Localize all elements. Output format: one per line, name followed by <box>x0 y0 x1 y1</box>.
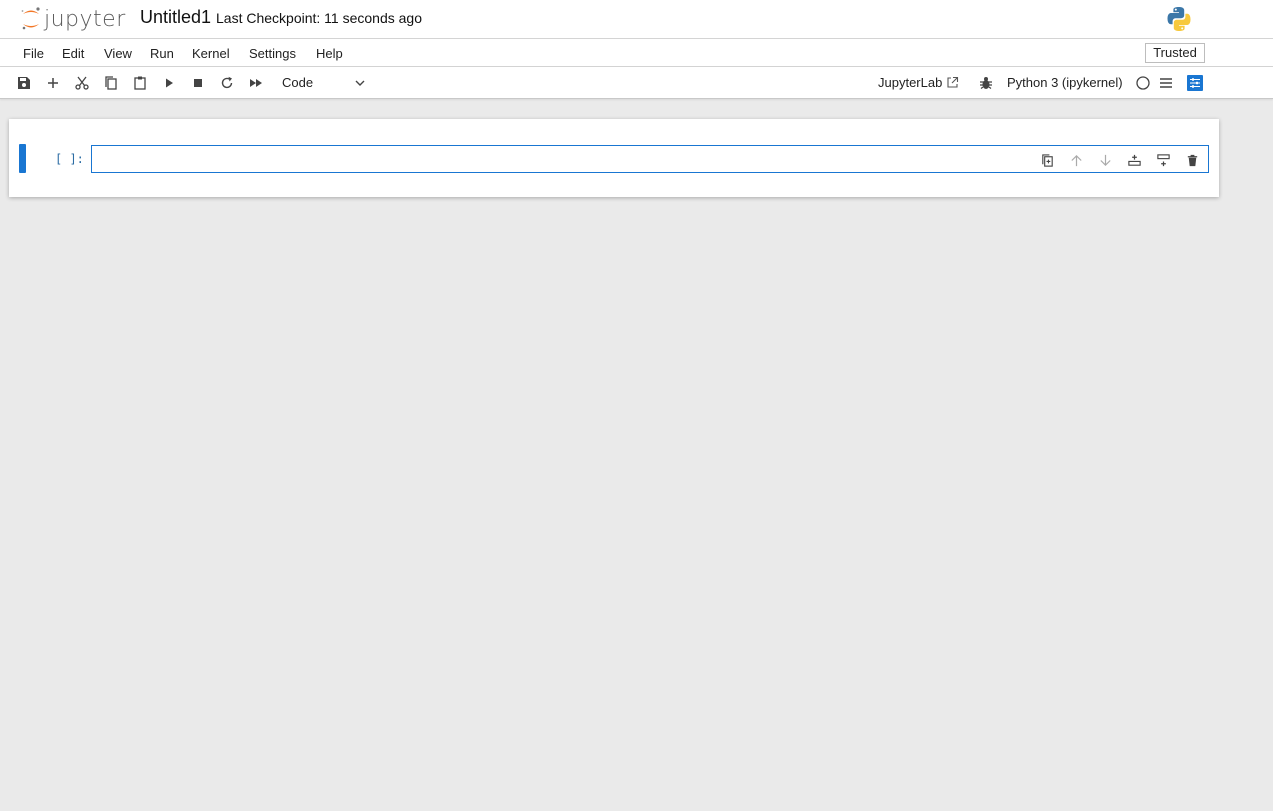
notebook-title[interactable]: Untitled1 <box>140 7 211 28</box>
restart-icon <box>221 76 233 89</box>
kernel-name[interactable]: Python 3 (ipykernel) <box>1007 75 1123 90</box>
insert-below-button[interactable] <box>1155 152 1171 168</box>
menu-kernel[interactable]: Kernel <box>192 46 230 61</box>
cut-icon <box>75 76 89 90</box>
external-link-icon <box>947 76 959 88</box>
paste-button[interactable] <box>131 74 149 92</box>
insert-below-icon <box>1156 153 1170 166</box>
menu-settings[interactable]: Settings <box>249 46 296 61</box>
add-cell-icon <box>48 78 58 88</box>
bug-icon <box>980 77 992 89</box>
jupyter-logo-icon <box>21 7 40 30</box>
insert-above-button[interactable] <box>1126 152 1142 168</box>
debugger-button[interactable] <box>977 74 995 92</box>
delete-icon <box>1187 154 1197 166</box>
python-logo-icon <box>1167 7 1191 31</box>
duplicate-icon <box>1041 153 1053 167</box>
menu-help[interactable]: Help <box>316 46 343 61</box>
paste-icon <box>134 76 146 90</box>
copy-button[interactable] <box>102 74 120 92</box>
property-inspector-icon <box>1187 75 1203 91</box>
trusted-indicator[interactable]: Trusted <box>1145 43 1205 63</box>
notebook-cell-container: [ ]: <box>9 119 1219 197</box>
jupyterlab-label: JupyterLab <box>878 75 943 90</box>
kernel-idle-icon <box>1136 76 1150 90</box>
run-icon <box>166 78 173 88</box>
toc-button[interactable] <box>1157 74 1175 92</box>
move-down-icon <box>1099 154 1111 166</box>
code-cell-input[interactable] <box>91 145 1209 173</box>
restart-run-all-button[interactable] <box>247 74 265 92</box>
stop-icon <box>194 79 202 87</box>
insert-above-icon <box>1127 154 1141 166</box>
top-header: jupyter Untitled1 Last Checkpoint: 11 se… <box>0 0 1273 39</box>
move-up-button[interactable] <box>1068 152 1084 168</box>
jupyter-logo[interactable]: jupyter <box>20 3 126 35</box>
notebook-toolbar: Code JupyterLab Python 3 (ipykernel) <box>0 67 1273 99</box>
last-checkpoint: Last Checkpoint: 11 seconds ago <box>216 10 422 26</box>
menu-run[interactable]: Run <box>150 46 174 61</box>
move-up-icon <box>1070 154 1082 166</box>
list-icon <box>1160 78 1172 88</box>
kernel-status-indicator <box>1134 74 1152 92</box>
logo-text: jupyter <box>44 6 126 32</box>
run-button[interactable] <box>160 74 178 92</box>
cut-button[interactable] <box>73 74 91 92</box>
interrupt-button[interactable] <box>189 74 207 92</box>
chevron-down-icon[interactable] <box>354 77 366 89</box>
menu-view[interactable]: View <box>104 46 132 61</box>
jupyterlab-link[interactable]: JupyterLab <box>878 75 959 90</box>
menu-edit[interactable]: Edit <box>62 46 84 61</box>
delete-cell-button[interactable] <box>1184 152 1200 168</box>
restart-button[interactable] <box>218 74 236 92</box>
cell-type-select[interactable]: Code <box>282 75 313 90</box>
cell-prompt: [ ]: <box>55 152 84 166</box>
property-inspector-button[interactable] <box>1186 74 1204 92</box>
fast-forward-icon <box>250 79 262 87</box>
insert-cell-button[interactable] <box>44 74 62 92</box>
menu-bar: File Edit View Run Kernel Settings Help … <box>0 39 1273 67</box>
duplicate-cell-button[interactable] <box>1039 152 1055 168</box>
save-icon <box>18 77 30 89</box>
save-button[interactable] <box>15 74 33 92</box>
cell-collapser[interactable] <box>19 144 26 173</box>
menu-file[interactable]: File <box>23 46 44 61</box>
copy-icon <box>105 76 117 90</box>
move-down-button[interactable] <box>1097 152 1113 168</box>
